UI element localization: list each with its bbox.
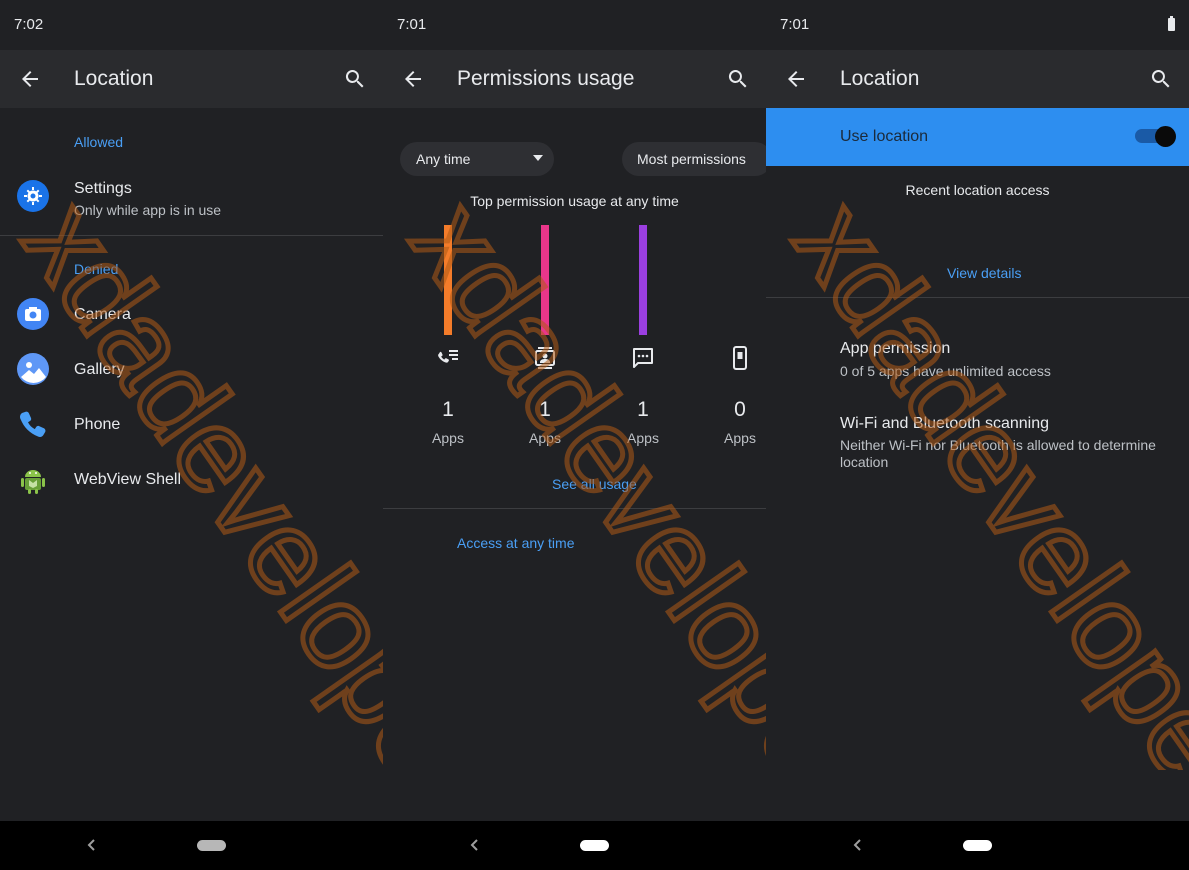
status-time: 7:02 <box>14 16 44 33</box>
nav-back-icon[interactable] <box>84 837 100 853</box>
location-settings-panel: 7:01 Location Use location Recent locati… <box>766 0 1189 870</box>
access-at-any-time-link[interactable]: Access at any time <box>457 535 575 551</box>
home-pill[interactable] <box>197 840 226 851</box>
page-title: Location <box>840 67 920 90</box>
use-location-toggle-row[interactable]: Use location <box>766 108 1189 166</box>
list-item-camera[interactable]: Camera <box>0 298 383 334</box>
item-subtitle: Only while app is in use <box>74 202 222 218</box>
gallery-icon <box>17 353 49 385</box>
navigation-bar <box>383 821 766 870</box>
usage-bar <box>639 225 647 335</box>
app-count-unit: Apps <box>432 430 464 446</box>
recent-location-access-heading: Recent location access <box>905 182 1050 198</box>
status-bar: 7:01 <box>766 0 1189 50</box>
back-arrow-icon[interactable] <box>784 67 808 91</box>
app-count: 1 <box>637 398 649 421</box>
item-title: Settings <box>74 180 132 197</box>
list-item-settings[interactable]: Settings Only while app is in use <box>0 172 383 228</box>
item-title: Phone <box>74 416 121 433</box>
item-subtitle: 0 of 5 apps have unlimited access <box>840 363 1051 379</box>
chart-column[interactable]: 0 Apps <box>705 0 766 460</box>
section-allowed: Allowed <box>74 134 124 150</box>
app-count-unit: Apps <box>529 430 561 446</box>
item-title: Gallery <box>74 361 125 378</box>
usage-bar <box>444 225 452 335</box>
wifi-bluetooth-scanning-item[interactable]: Wi-Fi and Bluetooth scanning Neither Wi-… <box>766 415 1189 475</box>
back-arrow-icon[interactable] <box>18 67 42 91</box>
search-icon[interactable] <box>343 67 367 91</box>
home-pill[interactable] <box>580 840 609 851</box>
nav-back-icon[interactable] <box>467 837 483 853</box>
battery-icon <box>1168 16 1175 31</box>
location-panel-app-list: 7:02 Location Allowed Settings Only whil… <box>0 0 383 870</box>
item-title: Wi-Fi and Bluetooth scanning <box>840 415 1049 432</box>
item-title: Camera <box>74 306 131 323</box>
app-count-unit: Apps <box>627 430 659 446</box>
app-count: 0 <box>734 398 746 421</box>
use-location-label: Use location <box>840 128 929 145</box>
nav-back-icon[interactable] <box>850 837 866 853</box>
contacts-icon <box>535 347 555 369</box>
chart-column[interactable]: 1 Apps <box>413 0 483 460</box>
item-subtitle: Neither Wi-Fi nor Bluetooth is allowed t… <box>840 437 1156 470</box>
list-item-phone[interactable]: Phone <box>0 408 383 444</box>
see-all-usage-link[interactable]: See all usage <box>552 476 637 492</box>
permissions-usage-panel: 7:01 Permissions usage Any time Most per… <box>383 0 766 870</box>
status-time: 7:01 <box>780 16 810 33</box>
chart-column[interactable]: 1 Apps <box>510 0 580 460</box>
item-title: WebView Shell <box>74 471 182 488</box>
navigation-bar <box>0 821 383 870</box>
app-permission-item[interactable]: App permission 0 of 5 apps have unlimite… <box>766 340 1189 384</box>
home-pill[interactable] <box>963 840 992 851</box>
status-bar: 7:02 <box>0 0 383 50</box>
settings-gear-icon <box>17 180 49 212</box>
item-title: App permission <box>840 340 951 357</box>
chart-column[interactable]: 1 Apps <box>608 0 678 460</box>
divider <box>383 508 766 509</box>
app-bar: Location <box>766 50 1189 108</box>
list-item-webview-shell[interactable]: WebView Shell <box>0 463 383 499</box>
app-count: 1 <box>539 398 551 421</box>
phone-device-icon <box>733 346 747 370</box>
divider <box>0 235 383 236</box>
divider <box>766 297 1189 298</box>
android-icon <box>21 470 45 494</box>
call-log-icon <box>438 350 458 363</box>
camera-icon <box>17 298 49 330</box>
sms-icon <box>633 348 653 368</box>
search-icon[interactable] <box>1149 67 1173 91</box>
page-title: Location <box>74 67 154 90</box>
list-item-gallery[interactable]: Gallery <box>0 353 383 389</box>
phone-icon <box>20 411 46 437</box>
switch-thumb <box>1155 126 1176 147</box>
section-denied: Denied <box>74 261 119 277</box>
app-count: 1 <box>442 398 454 421</box>
app-bar: Location <box>0 50 383 108</box>
navigation-bar <box>766 821 1189 870</box>
app-count-unit: Apps <box>724 430 756 446</box>
view-details-link[interactable]: View details <box>947 265 1021 281</box>
usage-bar <box>541 225 549 335</box>
